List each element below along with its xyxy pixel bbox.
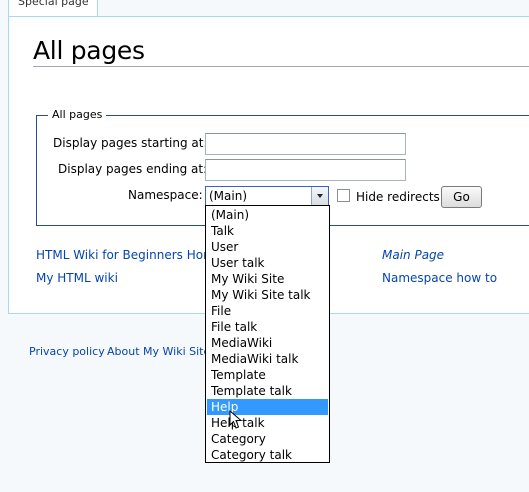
title-divider [33, 66, 529, 67]
page-title: All pages [33, 36, 145, 65]
namespace-select[interactable]: (Main) [205, 186, 329, 206]
fieldset-legend: All pages [48, 108, 107, 121]
page-link[interactable]: Main Page [382, 248, 444, 262]
page-link[interactable]: Namespace how to [382, 271, 497, 285]
dropdown-option[interactable]: Category talk [207, 447, 328, 463]
privacy-policy-link[interactable]: Privacy policy [29, 345, 105, 358]
dropdown-option[interactable]: MediaWiki talk [207, 351, 328, 367]
start-input[interactable] [205, 133, 406, 155]
go-button[interactable]: Go [441, 186, 482, 208]
dropdown-option[interactable]: My Wiki Site talk [207, 287, 328, 303]
dropdown-option[interactable]: File [207, 303, 328, 319]
mouse-cursor-icon [229, 410, 243, 429]
dropdown-option[interactable]: Template talk [207, 383, 328, 399]
namespace-select-value: (Main) [209, 189, 248, 203]
dropdown-option[interactable]: Help [207, 399, 328, 415]
tab-label: Special page [18, 0, 89, 8]
end-label: Display pages ending at: [58, 162, 208, 176]
namespace-dropdown-list[interactable]: (Main) Talk User User talk My Wiki Site My Wi… [205, 205, 330, 463]
page-link[interactable]: My HTML wiki [36, 271, 118, 285]
dropdown-option[interactable]: Talk [207, 223, 328, 239]
dropdown-option[interactable]: User [207, 239, 328, 255]
page-link[interactable]: HTML Wiki for Beginners Hor [36, 248, 208, 262]
start-label: Display pages starting at: [53, 136, 208, 150]
hide-redirects-label[interactable]: Hide redirects [356, 190, 440, 204]
dropdown-option[interactable]: (Main) [207, 207, 328, 223]
end-input[interactable] [205, 159, 406, 181]
dropdown-option[interactable]: Category [207, 431, 328, 447]
namespace-label: Namespace: [128, 188, 203, 202]
dropdown-option[interactable]: Help talk [207, 415, 328, 431]
dropdown-option[interactable]: My Wiki Site [207, 271, 328, 287]
chevron-down-icon[interactable] [311, 187, 328, 205]
dropdown-option[interactable]: MediaWiki [207, 335, 328, 351]
dropdown-option[interactable]: Template [207, 367, 328, 383]
dropdown-option[interactable]: File talk [207, 319, 328, 335]
about-link[interactable]: About My Wiki Site [107, 345, 210, 358]
dropdown-option[interactable]: User talk [207, 255, 328, 271]
tab-special-page[interactable]: Special page [8, 0, 98, 17]
hide-redirects-checkbox[interactable] [337, 189, 350, 202]
